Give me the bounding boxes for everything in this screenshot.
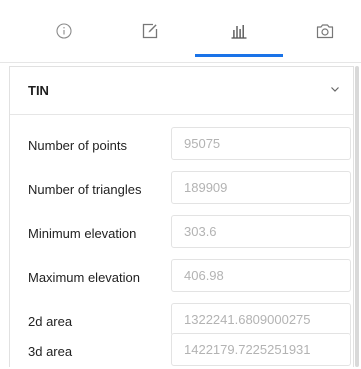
- section-title: TIN: [28, 83, 49, 98]
- property-value-field[interactable]: 406.98: [171, 259, 351, 292]
- tab-screenshot[interactable]: [281, 0, 361, 62]
- tab-bar: [0, 0, 361, 66]
- property-row: Maximum elevation 406.98: [10, 259, 353, 295]
- property-value-field[interactable]: 95075: [171, 127, 351, 160]
- tin-panel: TIN Number of points 95075 Number of tri…: [9, 66, 354, 367]
- property-label: Maximum elevation: [28, 269, 140, 285]
- tab-divider: [0, 62, 361, 63]
- property-row: Minimum elevation 303.6: [10, 215, 353, 251]
- tab-statistics[interactable]: [195, 0, 283, 62]
- camera-icon: [316, 23, 334, 39]
- property-label: Number of triangles: [28, 181, 142, 197]
- property-label: 3d area: [28, 343, 73, 359]
- property-row: 3d area 1422179.7225251931: [10, 333, 353, 369]
- info-icon: [56, 23, 72, 39]
- chevron-down-icon[interactable]: [329, 82, 341, 100]
- scrollbar[interactable]: [355, 66, 359, 367]
- property-value-field[interactable]: 1422179.7225251931: [171, 333, 351, 366]
- property-value-field[interactable]: 189909: [171, 171, 351, 204]
- property-value-field[interactable]: 303.6: [171, 215, 351, 248]
- property-row: Number of triangles 189909: [10, 171, 353, 207]
- property-value-field[interactable]: 1322241.6809000275: [171, 303, 351, 336]
- property-label: Number of points: [28, 137, 127, 153]
- active-tab-indicator: [195, 54, 283, 57]
- edit-note-icon: [141, 22, 159, 40]
- tin-section-header[interactable]: TIN: [10, 67, 353, 115]
- tab-info[interactable]: [20, 0, 108, 62]
- property-label: Minimum elevation: [28, 225, 137, 241]
- property-row: Number of points 95075: [10, 127, 353, 163]
- bar-chart-icon: [230, 22, 248, 40]
- tab-edit[interactable]: [106, 0, 194, 62]
